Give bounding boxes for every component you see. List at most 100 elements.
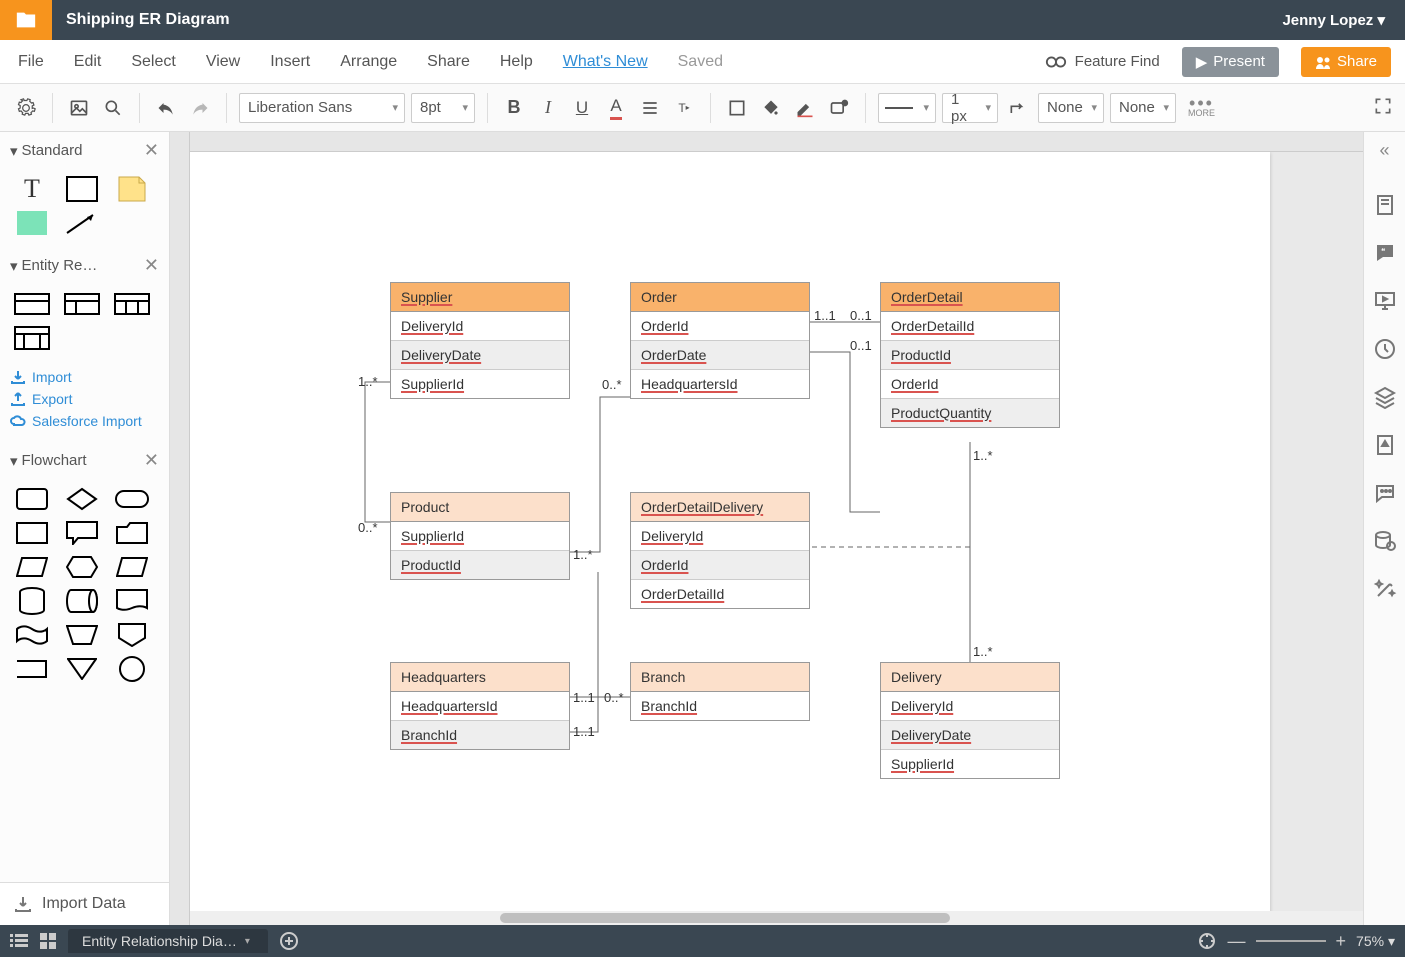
import-link[interactable]: Import: [10, 366, 159, 388]
shape-options-icon[interactable]: [825, 94, 853, 122]
arrow-start-select[interactable]: None: [1038, 93, 1104, 123]
share-button[interactable]: Share: [1301, 47, 1391, 77]
fc-half[interactable]: [12, 655, 52, 683]
document-title[interactable]: Shipping ER Diagram: [52, 11, 244, 29]
zoom-slider[interactable]: [1256, 938, 1326, 944]
comment-icon[interactable]: ❝: [1373, 241, 1397, 265]
entity-branch[interactable]: Branch BranchId: [630, 662, 810, 721]
fc-para[interactable]: [112, 553, 152, 581]
horizontal-scrollbar[interactable]: [190, 911, 1363, 925]
fc-wave[interactable]: [12, 621, 52, 649]
text-shape[interactable]: T: [12, 175, 52, 203]
align-icon[interactable]: [636, 94, 664, 122]
user-menu[interactable]: Jenny Lopez ▾: [1262, 11, 1405, 29]
font-size-select[interactable]: 8pt: [411, 93, 475, 123]
fc-rect2[interactable]: [12, 519, 52, 547]
entity-product[interactable]: Product SupplierId ProductId: [390, 492, 570, 580]
close-icon[interactable]: ✕: [144, 255, 159, 276]
add-page-icon[interactable]: [280, 932, 298, 950]
salesforce-import-link[interactable]: Salesforce Import: [10, 410, 159, 432]
fc-doc[interactable]: [112, 587, 152, 615]
entity-shape-1[interactable]: [12, 290, 52, 318]
line-style-select[interactable]: [878, 93, 936, 123]
import-data-button[interactable]: Import Data: [0, 882, 169, 925]
bold-icon[interactable]: B: [500, 94, 528, 122]
history-icon[interactable]: [1373, 337, 1397, 361]
menu-whats-new[interactable]: What's New: [559, 49, 652, 75]
redo-icon[interactable]: [186, 94, 214, 122]
italic-icon[interactable]: I: [534, 94, 562, 122]
app-logo[interactable]: [0, 0, 52, 40]
fc-diamond[interactable]: [62, 485, 102, 513]
entity-order[interactable]: Order OrderId OrderDate HeadquartersId: [630, 282, 810, 399]
menu-file[interactable]: File: [14, 49, 48, 75]
line-route-icon[interactable]: [1004, 94, 1032, 122]
undo-icon[interactable]: [152, 94, 180, 122]
shape-outline-icon[interactable]: [723, 94, 751, 122]
fill-rect-shape[interactable]: [12, 209, 52, 237]
export-link[interactable]: Export: [10, 388, 159, 410]
line-width-select[interactable]: 1 px: [942, 93, 998, 123]
fc-cyl[interactable]: [12, 587, 52, 615]
section-standard[interactable]: ▾ Standard✕: [0, 132, 169, 169]
theme-icon[interactable]: [1373, 433, 1397, 457]
fc-trap[interactable]: [12, 553, 52, 581]
layers-icon[interactable]: [1373, 385, 1397, 409]
magic-icon[interactable]: [1373, 577, 1397, 601]
image-icon[interactable]: [65, 94, 93, 122]
section-entity[interactable]: ▾ Entity Re…✕: [0, 247, 169, 284]
collapse-icon[interactable]: «: [1379, 140, 1389, 161]
search-icon[interactable]: [99, 94, 127, 122]
close-icon[interactable]: ✕: [144, 450, 159, 471]
fc-callout[interactable]: [62, 519, 102, 547]
menu-help[interactable]: Help: [496, 49, 537, 75]
fc-circ[interactable]: [112, 655, 152, 683]
present-button[interactable]: ▶ Present: [1182, 47, 1279, 77]
menu-view[interactable]: View: [202, 49, 244, 75]
entity-shape-3[interactable]: [112, 290, 152, 318]
zoom-out-icon[interactable]: —: [1228, 931, 1246, 952]
list-icon[interactable]: [10, 933, 28, 949]
entity-supplier[interactable]: Supplier DeliveryId DeliveryDate Supplie…: [390, 282, 570, 399]
fc-terminator[interactable]: [112, 485, 152, 513]
arrow-shape[interactable]: [62, 209, 102, 237]
close-icon[interactable]: ✕: [144, 140, 159, 161]
data-icon[interactable]: [1373, 529, 1397, 553]
fc-cyl2[interactable]: [62, 587, 102, 615]
text-size-icon[interactable]: T▸: [670, 94, 698, 122]
fc-rect[interactable]: [12, 485, 52, 513]
menu-edit[interactable]: Edit: [70, 49, 106, 75]
entity-delivery[interactable]: Delivery DeliveryId DeliveryDate Supplie…: [880, 662, 1060, 779]
feature-find[interactable]: Feature Find: [1045, 53, 1160, 71]
present-icon[interactable]: [1373, 289, 1397, 313]
settings-icon[interactable]: [12, 94, 40, 122]
fill-icon[interactable]: [757, 94, 785, 122]
fc-trap2[interactable]: [62, 621, 102, 649]
note-shape[interactable]: [112, 175, 152, 203]
zoom-in-icon[interactable]: +: [1336, 931, 1347, 952]
grid-icon[interactable]: [40, 933, 56, 949]
fc-hex[interactable]: [62, 553, 102, 581]
menu-select[interactable]: Select: [127, 49, 179, 75]
fc-tri[interactable]: [62, 655, 102, 683]
entity-orderdetaildelivery[interactable]: OrderDetailDelivery DeliveryId OrderId O…: [630, 492, 810, 609]
fc-pent[interactable]: [112, 621, 152, 649]
zoom-level[interactable]: 75% ▾: [1356, 933, 1395, 950]
menu-arrange[interactable]: Arrange: [336, 49, 401, 75]
canvas-area[interactable]: Supplier DeliveryId DeliveryDate Supplie…: [170, 132, 1363, 925]
entity-shape-4[interactable]: [12, 324, 52, 352]
page-tab[interactable]: Entity Relationship Dia…: [68, 929, 268, 953]
section-flowchart[interactable]: ▾ Flowchart✕: [0, 442, 169, 479]
menu-share[interactable]: Share: [423, 49, 474, 75]
border-color-icon[interactable]: [791, 94, 819, 122]
rectangle-shape[interactable]: [62, 175, 102, 203]
menu-insert[interactable]: Insert: [266, 49, 314, 75]
more-button[interactable]: •••MORE: [1188, 98, 1215, 118]
text-color-icon[interactable]: A: [602, 94, 630, 122]
target-icon[interactable]: [1198, 932, 1216, 950]
entity-orderdetail[interactable]: OrderDetail OrderDetailId ProductId Orde…: [880, 282, 1060, 428]
page-icon[interactable]: [1373, 193, 1397, 217]
entity-shape-2[interactable]: [62, 290, 102, 318]
fullscreen-icon[interactable]: [1373, 96, 1393, 119]
font-family-select[interactable]: Liberation Sans: [239, 93, 405, 123]
